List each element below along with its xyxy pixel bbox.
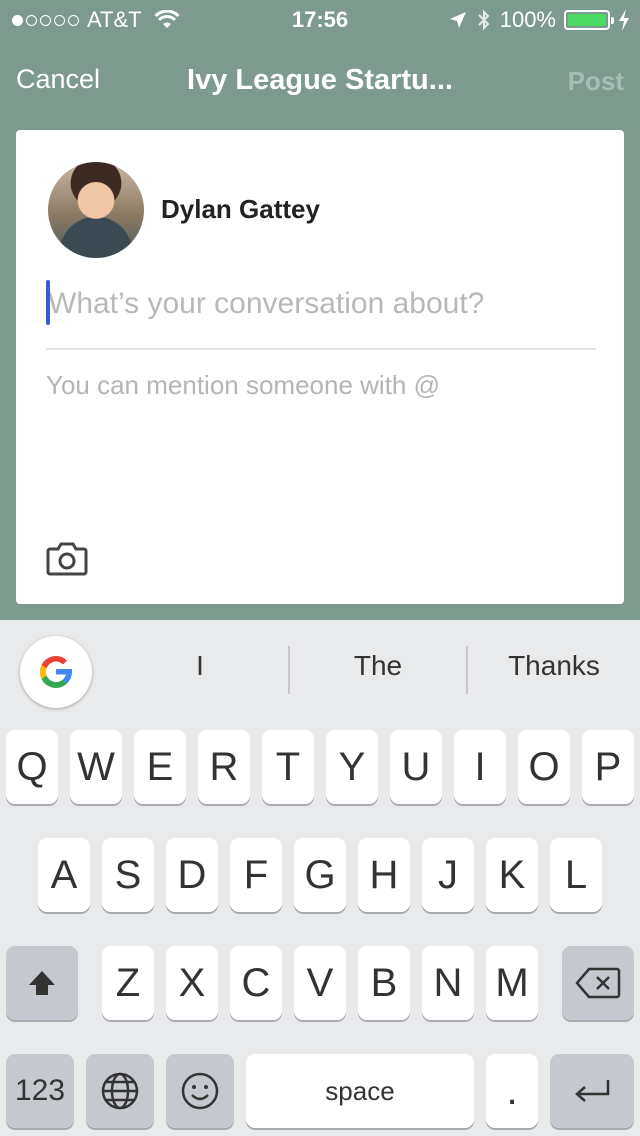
key-d[interactable]: D [166,838,218,912]
author-name: Dylan Gattey [161,194,320,224]
status-right: 100% [448,7,630,33]
suggestion-2[interactable]: The [290,650,466,682]
key-z[interactable]: Z [102,946,154,1020]
status-bar: AT&T 17:56 100% [0,0,640,40]
suggestion-1[interactable]: I [110,650,290,682]
key-b[interactable]: B [358,946,410,1020]
google-search-button[interactable] [20,636,92,708]
nav-bar: Cancel Ivy League Startu... Post [0,40,640,124]
bluetooth-icon [478,9,490,31]
key-t[interactable]: T [262,730,314,804]
key-r[interactable]: R [198,730,250,804]
camera-button[interactable] [46,540,94,584]
key-g[interactable]: G [294,838,346,912]
page-title: Ivy League Startu... [187,64,453,96]
key-a[interactable]: A [38,838,90,912]
backspace-key[interactable] [562,946,634,1020]
key-e[interactable]: E [134,730,186,804]
compose-card: Dylan Gattey [16,130,624,604]
smiley-icon [181,1072,219,1110]
battery-icon [564,10,614,30]
text-cursor [46,280,50,325]
shift-key[interactable] [6,946,78,1020]
key-k[interactable]: K [486,838,538,912]
key-o[interactable]: O [518,730,570,804]
location-arrow-icon [449,12,466,28]
shift-arrow-icon [29,971,55,995]
key-i[interactable]: I [454,730,506,804]
key-w[interactable]: W [70,730,122,804]
key-j[interactable]: J [422,838,474,912]
avatar [48,162,144,258]
key-p[interactable]: P [582,730,634,804]
key-f[interactable]: F [230,838,282,912]
key-n[interactable]: N [422,946,474,1020]
key-q[interactable]: Q [6,730,58,804]
battery-percent: 100% [499,7,556,32]
key-x[interactable]: X [166,946,218,1020]
divider [46,348,596,350]
return-arrow-icon [575,1080,610,1102]
key-u[interactable]: U [390,730,442,804]
emoji-key[interactable] [166,1054,234,1128]
key-c[interactable]: C [230,946,282,1020]
globe-icon [101,1072,139,1110]
camera-icon [46,542,88,576]
key-l[interactable]: L [550,838,602,912]
conversation-body-input[interactable] [46,370,596,530]
suggestion-3[interactable]: Thanks [468,650,640,682]
key-h[interactable]: H [358,838,410,912]
cancel-button[interactable]: Cancel [16,64,100,95]
post-button[interactable]: Post [568,66,624,97]
charging-bolt-icon [619,9,629,31]
key-m[interactable]: M [486,946,538,1020]
conversation-subject-input[interactable] [48,276,596,332]
key-s[interactable]: S [102,838,154,912]
space-key[interactable]: space [246,1054,474,1128]
key-y[interactable]: Y [326,730,378,804]
globe-key[interactable] [86,1054,154,1128]
backspace-icon [575,967,621,999]
key-v[interactable]: V [294,946,346,1020]
period-key[interactable]: . [486,1054,538,1128]
keyboard: I The Thanks Q W E R T Y U I O P A S D F… [0,620,640,1136]
numbers-key[interactable]: 123 [6,1054,74,1128]
suggestion-bar: I The Thanks [0,620,640,720]
google-g-icon [39,655,72,688]
return-key[interactable] [550,1054,634,1128]
